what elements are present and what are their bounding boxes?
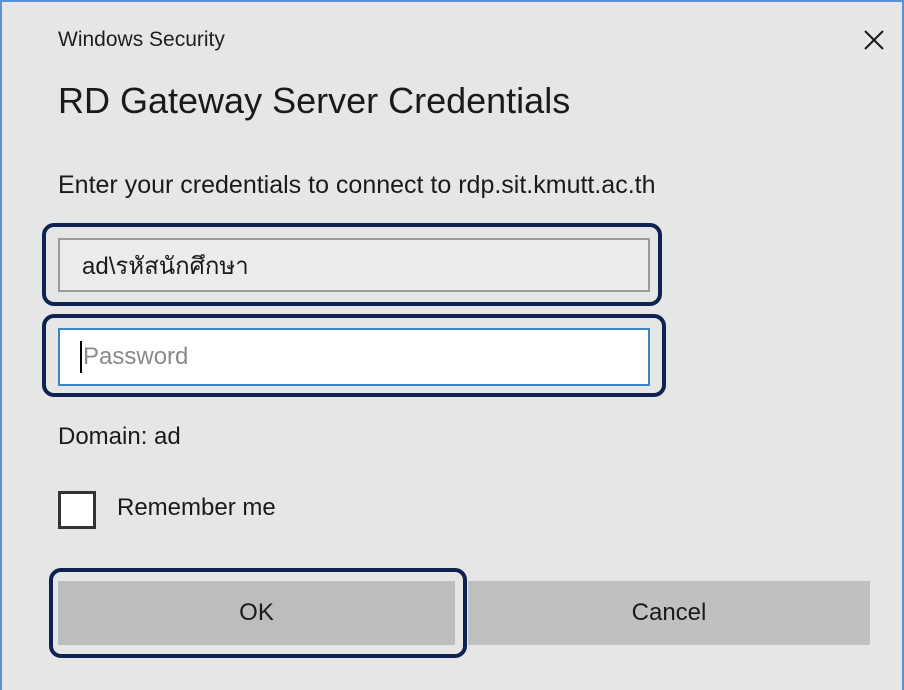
close-icon (864, 30, 884, 50)
dialog-description: Enter your credentials to connect to rdp… (58, 171, 656, 199)
window-title: Windows Security (58, 28, 225, 51)
remember-me-label[interactable]: Remember me (117, 494, 276, 522)
password-highlight-outline (42, 314, 666, 397)
domain-label: Domain: ad (58, 423, 181, 450)
cancel-button-label: Cancel (631, 599, 707, 626)
cancel-button[interactable]: Cancel (468, 581, 870, 645)
window-border-left (0, 0, 2, 690)
remember-me-checkbox[interactable] (58, 491, 96, 529)
window-border-top (0, 0, 904, 2)
close-button[interactable] (852, 18, 896, 62)
username-highlight-outline (42, 223, 662, 306)
dialog-heading: RD Gateway Server Credentials (58, 80, 571, 121)
windows-security-dialog: Windows Security RD Gateway Server Crede… (0, 0, 904, 690)
ok-highlight-outline (49, 568, 467, 658)
